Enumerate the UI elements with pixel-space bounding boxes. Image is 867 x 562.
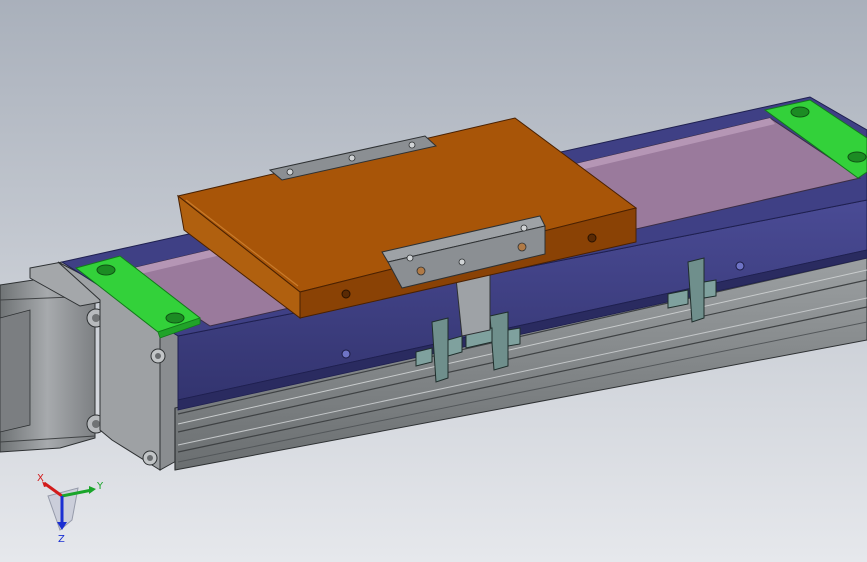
triad-y-label: Y — [96, 481, 104, 492]
model-scene[interactable]: X Y Z — [0, 0, 867, 562]
triad-z-label: Z — [58, 534, 65, 545]
cad-graphics-viewport[interactable]: X Y Z — [0, 0, 867, 562]
triad-x-label: X — [37, 473, 44, 484]
